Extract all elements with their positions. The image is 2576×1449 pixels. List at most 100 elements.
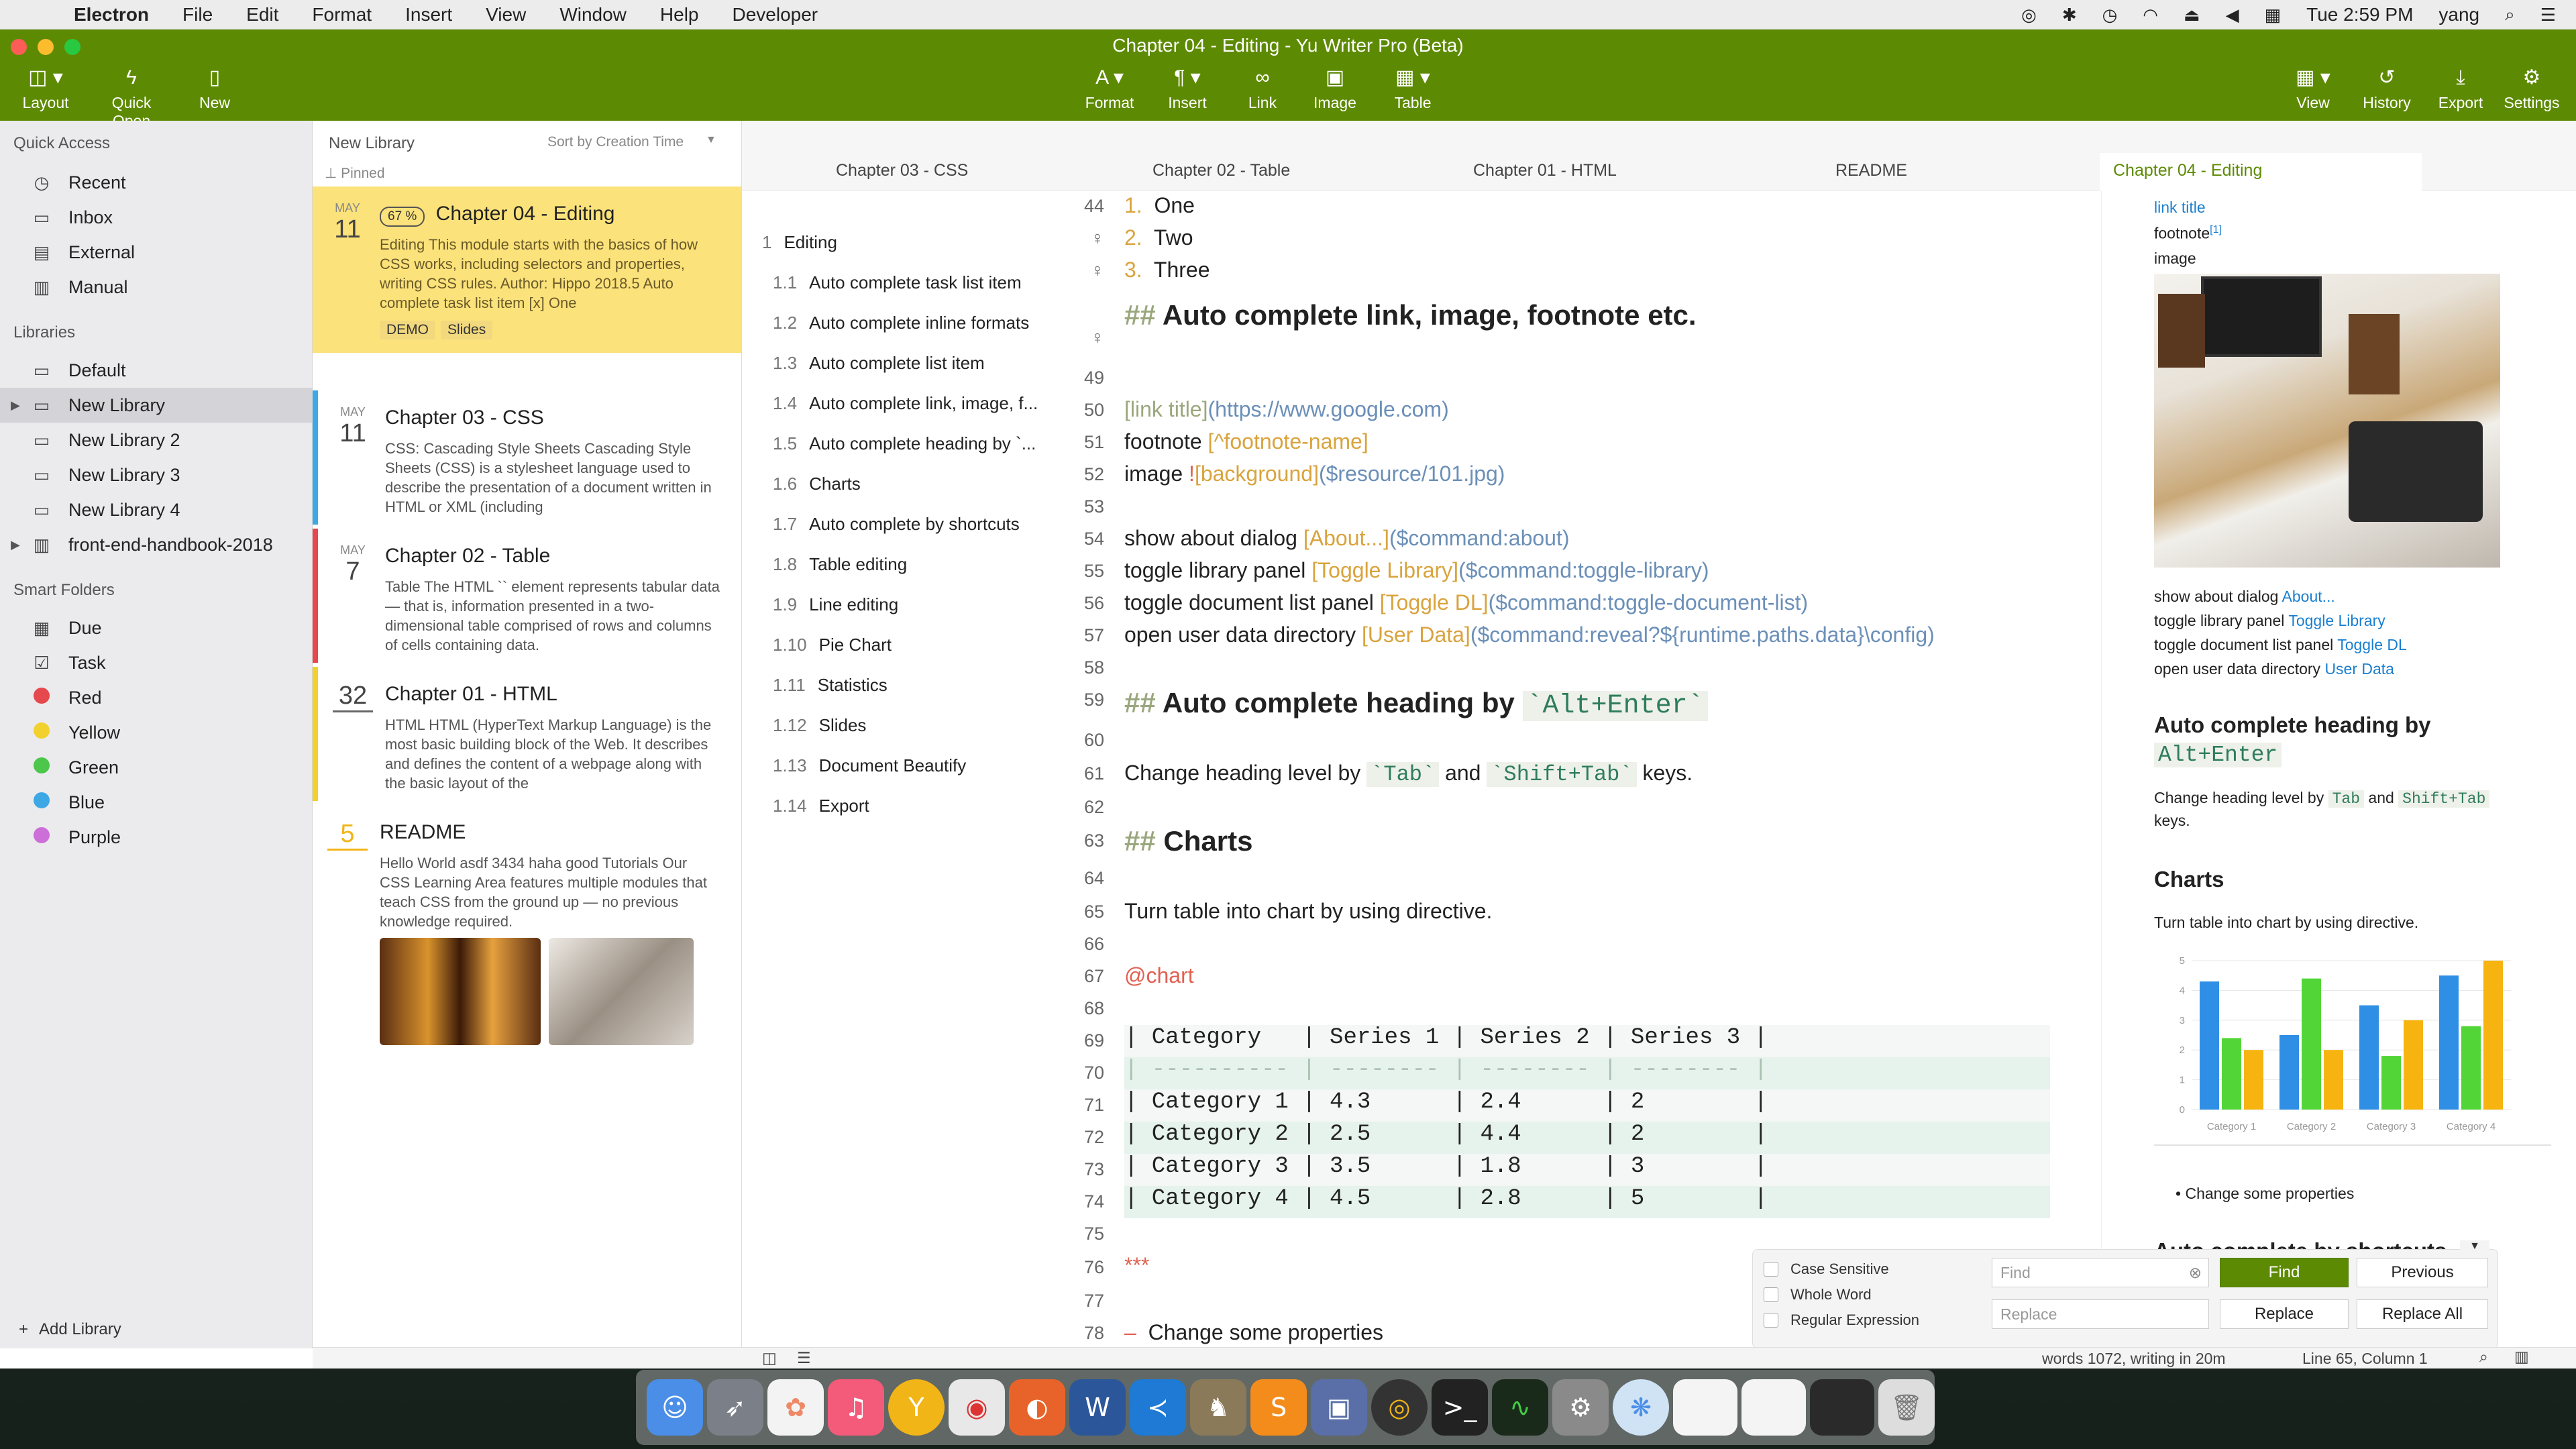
insert-button[interactable]: ¶ ▾ Insert (1147, 64, 1228, 112)
export-button[interactable]: ⤓ Export (2420, 64, 2501, 112)
wifi-icon[interactable]: ◠ (2143, 5, 2158, 25)
case-sensitive-checkbox[interactable]: Case Sensitive (1764, 1260, 1889, 1278)
window-thumbnail-editor[interactable] (1741, 1379, 1806, 1436)
chevron-down-icon[interactable]: ▼ (2460, 1240, 2489, 1254)
spotlight-icon[interactable]: ⌕ (2505, 4, 2515, 25)
outline-item[interactable]: 1.13 Document Beautify (773, 755, 966, 776)
find-input[interactable]: Find ⊗ (1992, 1258, 2209, 1287)
doc-item-chapter-01[interactable]: 32 Chapter 01 - HTML HTML HTML (HyperTex… (313, 667, 742, 801)
image-button[interactable]: ▣ Image (1295, 64, 1375, 112)
outline-item[interactable]: 1.12 Slides (773, 715, 866, 736)
vscode-icon[interactable]: ≺ (1130, 1379, 1186, 1436)
sublime-icon[interactable]: S (1250, 1379, 1307, 1436)
menu-app-name[interactable]: Electron (74, 4, 149, 25)
menu-insert[interactable]: Insert (405, 4, 452, 25)
new-button[interactable]: ▯ New (174, 64, 255, 112)
table-button[interactable]: ▦ ▾ Table (1373, 64, 1453, 112)
activity-monitor-icon[interactable]: ∿ (1492, 1379, 1548, 1436)
previous-button[interactable]: Previous (2357, 1258, 2488, 1287)
sidebar-item-new-library-3[interactable]: ▭ New Library 3 (0, 458, 313, 492)
outline-item[interactable]: 1.7 Auto complete by shortcuts (773, 514, 1020, 535)
doc-item-chapter-03[interactable]: MAY 11 Chapter 03 - CSS CSS: Cascading St… (313, 390, 742, 525)
replace-all-button[interactable]: Replace All (2357, 1299, 2488, 1329)
menu-format[interactable]: Format (312, 4, 372, 25)
format-button[interactable]: A ▾ Format (1069, 64, 1150, 112)
whole-word-checkbox[interactable]: Whole Word (1764, 1286, 1872, 1303)
history-button[interactable]: ↺ History (2347, 64, 2427, 112)
find-button[interactable]: Find (2220, 1258, 2349, 1287)
chevron-down-icon[interactable]: ▼ (706, 134, 716, 146)
split-view-icon[interactable]: ◫ (762, 1349, 777, 1367)
tab-chapter-04[interactable]: Chapter 04 - Editing (2113, 161, 2262, 180)
doc-item-chapter-02[interactable]: MAY 7 Chapter 02 - Table Table The HTML `… (313, 529, 742, 663)
sidebar-item-recent[interactable]: ◷ Recent (0, 165, 313, 200)
view-button[interactable]: ▦ ▾ View (2273, 64, 2353, 112)
finder-icon[interactable]: ☺ (647, 1379, 703, 1436)
markdown-editor[interactable]: 44 1. One ♀ 2. Two ♀ 3. Three ♀ ## Auto … (1068, 191, 2101, 1348)
sidebar-item-new-library[interactable]: ▶ ▭ New Library (0, 388, 313, 423)
book-icon[interactable]: ▥ (2514, 1348, 2529, 1366)
bluetooth-icon[interactable]: ✱ (2062, 5, 2077, 25)
window-thumbnail-electron[interactable] (1810, 1379, 1874, 1436)
yu-writer-icon[interactable]: Y (888, 1379, 945, 1436)
tag-demo[interactable]: DEMO (380, 321, 435, 339)
gimp-icon[interactable]: ♞ (1190, 1379, 1246, 1436)
outline-item[interactable]: 1.14 Export (773, 796, 869, 816)
outline-item[interactable]: 1.10 Pie Chart (773, 635, 892, 655)
word-icon[interactable]: W (1069, 1379, 1126, 1436)
tab-chapter-02[interactable]: Chapter 02 - Table (1152, 161, 1290, 180)
outline-item[interactable]: 1.2 Auto complete inline formats (773, 313, 1029, 333)
sidebar-item-default[interactable]: ▭ Default (0, 353, 313, 388)
outline-item[interactable]: 1.9 Line editing (773, 594, 898, 615)
outline-item[interactable]: 1.4 Auto complete link, image, f... (773, 393, 1038, 414)
tag-slides[interactable]: Slides (441, 321, 493, 339)
link-button[interactable]: ∞ Link (1222, 64, 1303, 112)
chrome-icon[interactable]: ◉ (949, 1379, 1005, 1436)
bulb-icon[interactable]: ♀ (1068, 327, 1104, 348)
layout-button[interactable]: ◫ ▾ Layout (5, 64, 86, 112)
menu-developer[interactable]: Developer (733, 4, 818, 25)
outline-item[interactable]: 1 Editing (762, 232, 837, 253)
outline-item[interactable]: 1.8 Table editing (773, 554, 907, 575)
tab-chapter-01[interactable]: Chapter 01 - HTML (1473, 161, 1617, 180)
outline-item[interactable]: 1.1 Auto complete task list item (773, 272, 1022, 293)
tab-readme[interactable]: README (1835, 161, 1907, 180)
sidebar-item-new-library-4[interactable]: ▭ New Library 4 (0, 492, 313, 527)
audio-app-icon[interactable]: ◎ (1371, 1379, 1428, 1436)
sidebar-item-red[interactable]: Red (0, 680, 313, 715)
volume-icon[interactable]: ◀ (2226, 5, 2239, 25)
menu-file[interactable]: File (182, 4, 213, 25)
tab-chapter-03[interactable]: Chapter 03 - CSS (836, 161, 968, 180)
window-thumbnail-chrome[interactable] (1673, 1379, 1737, 1436)
bulb-icon[interactable]: ♀ (1068, 228, 1104, 249)
sidebar-item-external[interactable]: ▤ External (0, 235, 313, 270)
time-machine-icon[interactable]: ◷ (2102, 5, 2118, 25)
add-library-button[interactable]: + Add Library (19, 1320, 121, 1339)
sidebar-item-new-library-2[interactable]: ▭ New Library 2 (0, 423, 313, 458)
list-view-icon[interactable]: ☰ (797, 1349, 811, 1367)
sidebar-item-manual[interactable]: ▥ Manual (0, 270, 313, 305)
menu-clock[interactable]: Tue 2:59 PM (2306, 4, 2413, 25)
photos-icon[interactable]: ✿ (767, 1379, 824, 1436)
preview-link-title[interactable]: link title (2154, 199, 2206, 217)
sidebar-item-yellow[interactable]: Yellow (0, 715, 313, 750)
menu-user[interactable]: yang (2438, 4, 2479, 25)
outline-item[interactable]: 1.6 Charts (773, 474, 861, 494)
menu-view[interactable]: View (486, 4, 526, 25)
virtualbox-icon[interactable]: ▣ (1311, 1379, 1367, 1436)
flag-icon[interactable]: ▦ (2265, 5, 2282, 25)
sidebar-item-purple[interactable]: Purple (0, 820, 313, 855)
settings-button[interactable]: ⚙ Settings (2491, 64, 2572, 112)
sidebar-item-front-end-handbook[interactable]: ▶ ▥ front-end-handbook-2018 (0, 527, 313, 562)
sort-dropdown[interactable]: Sort by Creation Time (547, 134, 684, 150)
sidebar-item-blue[interactable]: Blue (0, 785, 313, 820)
trash-icon[interactable]: 🗑 (1878, 1379, 1935, 1436)
menu-window[interactable]: Window (559, 4, 627, 25)
outline-item[interactable]: 1.5 Auto complete heading by `... (773, 433, 1036, 454)
regex-checkbox[interactable]: Regular Expression (1764, 1311, 1919, 1329)
outline-item[interactable]: 1.11 Statistics (773, 675, 888, 696)
sidebar-item-green[interactable]: Green (0, 750, 313, 785)
eject-icon[interactable]: ⏏ (2184, 5, 2200, 25)
replace-button[interactable]: Replace (2220, 1299, 2349, 1329)
status-icon-1[interactable]: ◎ (2021, 5, 2037, 25)
